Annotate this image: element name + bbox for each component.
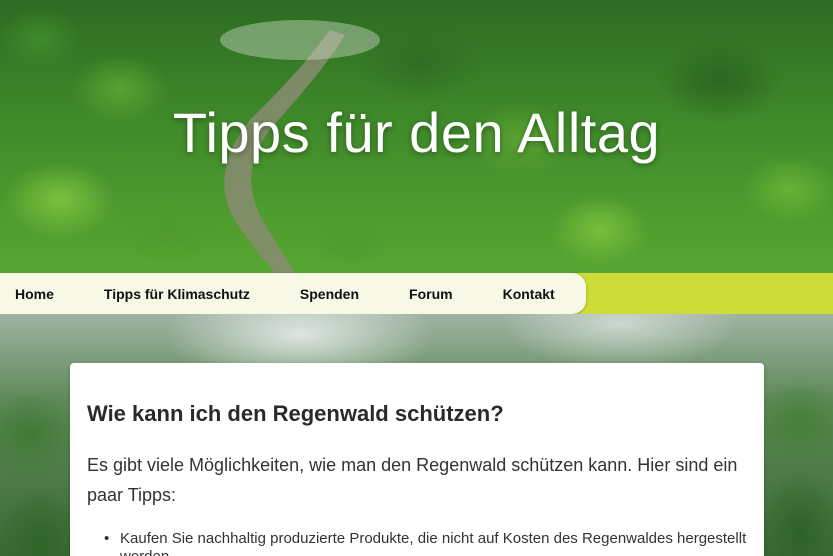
list-item: • Kaufen Sie nachhaltig produzierte Prod…	[104, 530, 747, 556]
nav-item-home[interactable]: Home	[15, 286, 54, 302]
hero-banner: Tipps für den Alltag	[0, 0, 833, 273]
tip-text: Kaufen Sie nachhaltig produzierte Produk…	[120, 530, 747, 556]
article-card: Wie kann ich den Regenwald schützen? Es …	[70, 363, 764, 556]
article-heading: Wie kann ich den Regenwald schützen?	[87, 401, 504, 426]
nav-item-kontakt[interactable]: Kontakt	[503, 286, 555, 302]
nav-item-spenden[interactable]: Spenden	[300, 286, 359, 302]
article-intro: Es gibt viele Möglichkeiten, wie man den…	[87, 455, 738, 505]
hero-title: Tipps für den Alltag	[172, 101, 661, 164]
main-navigation: Home Tipps für Klimaschutz Spenden Forum…	[0, 273, 586, 314]
nav-item-forum[interactable]: Forum	[409, 286, 453, 302]
tips-list: • Kaufen Sie nachhaltig produzierte Prod…	[87, 530, 747, 556]
bullet-icon: •	[104, 530, 110, 547]
nav-item-tipps-fuer-klimaschutz[interactable]: Tipps für Klimaschutz	[104, 286, 250, 302]
